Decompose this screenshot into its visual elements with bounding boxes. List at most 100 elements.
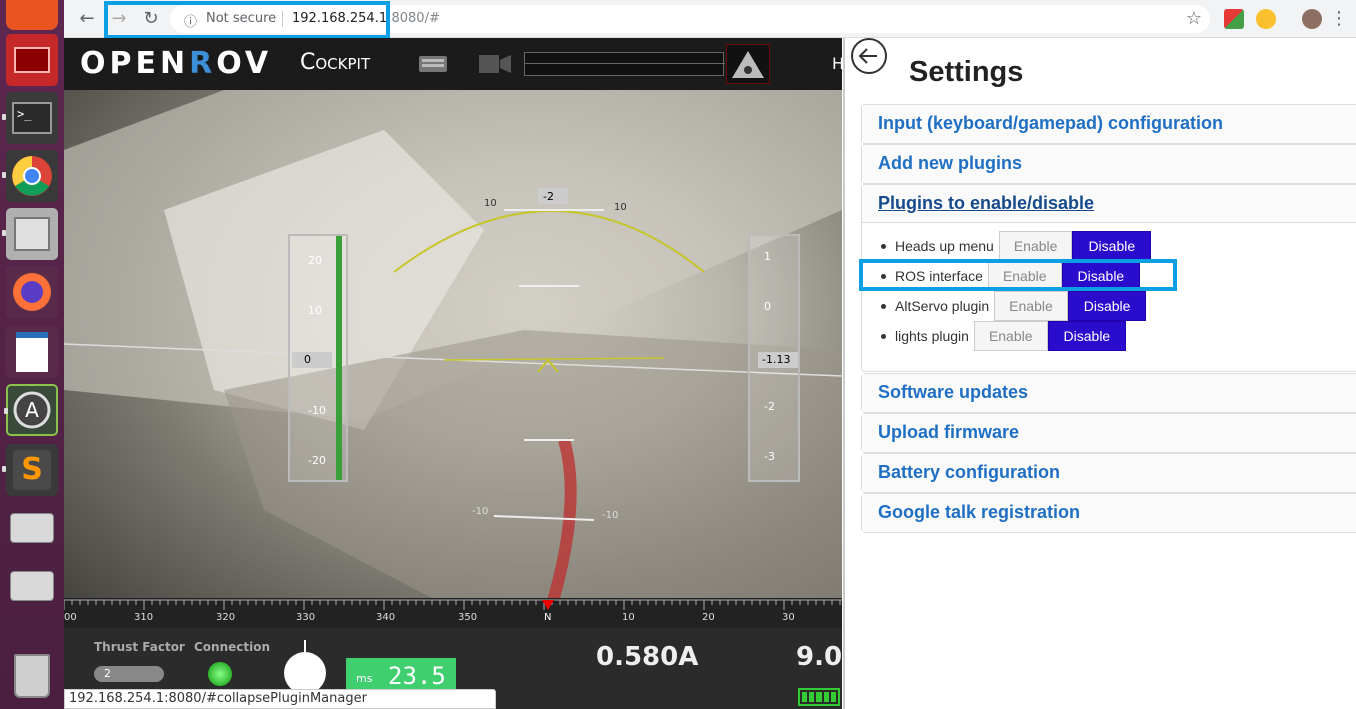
compass-strip: 00 310 320 330 340 350 N 10 20 30	[64, 598, 842, 628]
thrust-slider[interactable]: 2	[94, 666, 164, 682]
video-feed: -2 10 10 -10 -10 20 10 0 -10 -20 1 0 -1.…	[64, 90, 842, 636]
extension-fire-icon[interactable]	[1256, 9, 1276, 29]
depth-tick-neg10: -10	[308, 404, 326, 417]
right-tick-0: 0	[764, 300, 771, 313]
cockpit-header: OPENROV Cockpit H	[64, 38, 842, 90]
horizon-label-4: -10	[602, 510, 619, 521]
keyboard-icon[interactable]	[418, 52, 448, 74]
back-circle-icon[interactable]	[849, 38, 889, 78]
right-tick-neg3: -3	[764, 450, 775, 463]
dial-knob[interactable]	[284, 640, 326, 694]
right-tick-current: -1.13	[758, 352, 798, 368]
drive-icon[interactable]	[6, 502, 58, 554]
thrust-value: 2	[104, 667, 111, 680]
ubuntu-launcher: >_ A S	[0, 0, 64, 709]
depth-tick-20: 20	[308, 254, 322, 267]
voltage-value: 9.0v	[796, 642, 842, 672]
horizon-top-value: -2	[543, 190, 554, 203]
depth-tick-0: 0	[292, 352, 332, 368]
panel-software-updates[interactable]: Software updates	[861, 373, 1356, 413]
openrov-logo: OPENROV	[80, 46, 272, 81]
panel-title-software-updates[interactable]: Software updates	[862, 374, 1356, 412]
extension-icon[interactable]	[1224, 9, 1244, 29]
panel-title-upload-firmware[interactable]: Upload firmware	[862, 414, 1356, 452]
ros-row-highlight-box	[859, 259, 1177, 291]
back-arrow-icon[interactable]: ←	[76, 8, 98, 30]
panel-title-google-talk[interactable]: Google talk registration	[862, 494, 1356, 532]
panel-title-add-plugins[interactable]: Add new plugins	[862, 145, 1356, 183]
depth-tick-neg20: -20	[308, 454, 326, 467]
files-icon[interactable]	[2, 208, 58, 260]
right-tick-neg2: -2	[764, 400, 775, 413]
settings-pane: Settings Input (keyboard/gamepad) config…	[843, 38, 1356, 709]
drive-icon-2[interactable]	[6, 560, 58, 612]
enable-button[interactable]: Enable	[994, 291, 1068, 321]
thrust-label: Thrust Factor	[94, 640, 185, 654]
chrome-icon[interactable]	[2, 150, 58, 202]
cockpit-title: Cockpit	[300, 50, 371, 75]
software-updater-icon[interactable]: A	[4, 384, 58, 436]
logo-part-c: OV	[216, 46, 273, 81]
cockpit-pane: OPENROV Cockpit H -2 10 10 -10 -10 20 10…	[64, 38, 842, 709]
depth-bar	[336, 236, 342, 480]
panel-add-plugins[interactable]: Add new plugins	[861, 144, 1356, 184]
url-rest: :8080/#	[387, 11, 440, 26]
panel-title-input-config[interactable]: Input (keyboard/gamepad) configuration	[862, 105, 1356, 143]
libreoffice-writer-icon[interactable]	[6, 326, 58, 378]
panel-google-talk[interactable]: Google talk registration	[861, 493, 1356, 533]
connection-indicator-icon	[208, 662, 232, 686]
trash-icon[interactable]	[6, 650, 58, 702]
current-value: 0.580A	[596, 642, 699, 672]
hud-overlay	[64, 90, 842, 636]
right-tick-1: 1	[764, 250, 771, 263]
disable-button[interactable]: Disable	[1047, 321, 1127, 351]
latency-unit: ms	[356, 672, 373, 685]
compass-label-30: 30	[782, 612, 795, 623]
camera-icon[interactable]	[478, 52, 512, 76]
settings-title: Settings	[909, 56, 1024, 88]
plugin-name: AltServo plugin	[895, 298, 990, 314]
horizon-label-3: -10	[472, 506, 489, 517]
terminal-icon[interactable]: >_	[2, 92, 58, 144]
sublime-text-icon[interactable]: S	[2, 444, 58, 496]
plugin-row-altservo: AltServo plugin Enable Disable	[881, 291, 1147, 321]
compass-label-310: 310	[134, 612, 154, 623]
laser-warning-icon[interactable]	[726, 44, 770, 84]
panel-title-plugins-toggle[interactable]: Plugins to enable/disable	[862, 185, 1356, 223]
enable-button[interactable]: Enable	[998, 231, 1073, 261]
bullet	[881, 303, 886, 309]
panel-input-config[interactable]: Input (keyboard/gamepad) configuration	[861, 104, 1356, 144]
panel-title-battery-config[interactable]: Battery configuration	[862, 454, 1356, 492]
battery-icon	[798, 688, 840, 706]
plugin-name: Heads up menu	[895, 238, 994, 254]
bullet	[881, 243, 886, 249]
compass-label-340: 340	[376, 612, 396, 623]
compass-label-n: N	[544, 612, 552, 623]
depth-tick-10: 10	[308, 304, 322, 317]
ubuntu-dash-icon[interactable]	[6, 0, 58, 30]
panel-upload-firmware[interactable]: Upload firmware	[861, 413, 1356, 453]
plugin-name: lights plugin	[895, 328, 969, 344]
latency-value: 23.5	[388, 662, 446, 690]
disable-button[interactable]: Disable	[1067, 291, 1147, 321]
horizon-label-2: 10	[614, 202, 627, 213]
menu-dots-icon[interactable]: ⋮	[1328, 8, 1350, 30]
panel-battery-config[interactable]: Battery configuration	[861, 453, 1356, 493]
depth-gauge-left: 20 10 0 -10 -20	[288, 234, 348, 482]
header-right-label: H	[832, 54, 842, 73]
plugin-row-heads-up-menu: Heads up menu Enable Disable	[881, 231, 1152, 261]
compass-label-10: 10	[622, 612, 635, 623]
svg-text:A: A	[25, 398, 39, 422]
enable-button[interactable]: Enable	[973, 321, 1048, 351]
profile-avatar[interactable]	[1302, 9, 1322, 29]
horizon-label-1: 10	[484, 198, 497, 209]
firefox-icon[interactable]	[6, 266, 58, 318]
logo-part-a: OPEN	[80, 46, 190, 81]
connection-label: Connection	[194, 640, 271, 654]
compass-label-330: 330	[296, 612, 316, 623]
plugin-row-lights: lights plugin Enable Disable	[881, 321, 1127, 351]
disable-button[interactable]: Disable	[1072, 231, 1152, 261]
bookmark-star-icon[interactable]: ☆	[1186, 8, 1202, 29]
compass-label-00: 00	[64, 612, 77, 623]
system-monitor-icon[interactable]	[6, 34, 58, 86]
